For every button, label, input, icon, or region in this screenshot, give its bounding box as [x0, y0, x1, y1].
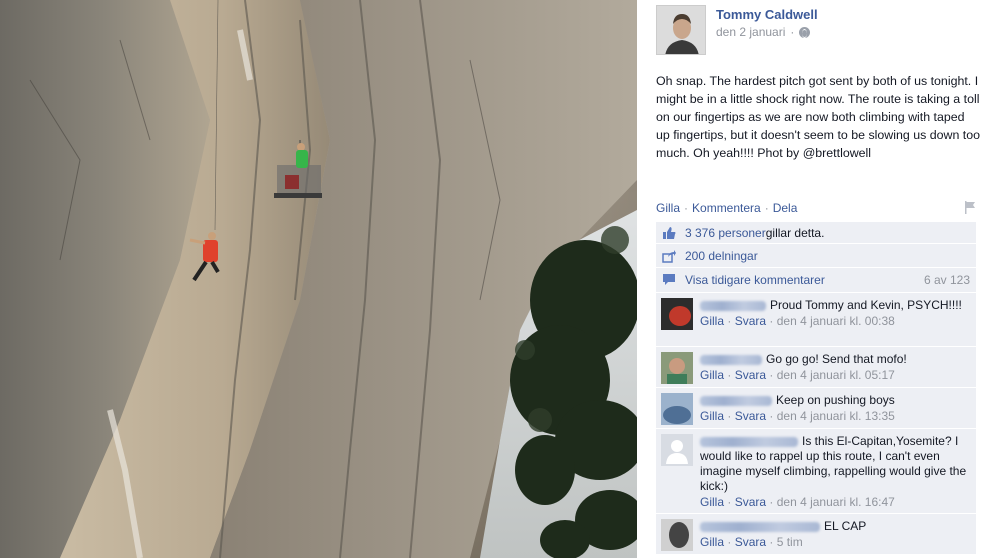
meta-separator: ·: [790, 25, 795, 39]
commenter-avatar[interactable]: [661, 393, 693, 425]
comment-time[interactable]: den 4 januari kl. 16:47: [777, 495, 895, 509]
share-link[interactable]: Dela: [773, 201, 798, 215]
commenter-name-blurred[interactable]: [700, 521, 820, 532]
post-date[interactable]: den 2 januari: [716, 25, 785, 39]
climbing-photo[interactable]: [0, 0, 637, 558]
commenter-name-blurred[interactable]: [700, 354, 762, 365]
action-separator: ·: [684, 201, 689, 215]
comment-item: Keep on pushing boys Gilla · Svara · den…: [656, 387, 976, 428]
comment-text: Go go go! Send that mofo!: [766, 352, 907, 366]
comment-text: EL CAP: [824, 519, 867, 533]
author-avatar[interactable]: [656, 5, 706, 55]
comment-time[interactable]: den 4 januari kl. 13:35: [777, 409, 895, 423]
comment-footer: Gilla · Svara · den 4 januari kl. 00:38: [700, 314, 895, 328]
comment-reply-link[interactable]: Svara: [735, 495, 766, 509]
comment-like-link[interactable]: Gilla: [700, 409, 724, 423]
comment-footer: Gilla · Svara · den 4 januari kl. 13:35: [700, 409, 895, 423]
comment-footer: Gilla · Svara · 5 tim: [700, 535, 803, 549]
globe-icon[interactable]: [799, 26, 811, 38]
comment-time[interactable]: 5 tim: [777, 535, 803, 549]
comment-item: Go go go! Send that mofo! Gilla · Svara …: [656, 346, 976, 387]
commenter-avatar[interactable]: [661, 298, 693, 330]
photo-illustration: [0, 0, 637, 558]
shares-row: 200 delningar: [656, 243, 976, 267]
commenter-avatar[interactable]: [661, 519, 693, 551]
comment-bubble-icon: [663, 274, 675, 285]
like-link[interactable]: Gilla: [656, 201, 680, 215]
commenter-name-blurred[interactable]: [700, 300, 766, 311]
share-icon: [662, 249, 676, 263]
author-name[interactable]: Tommy Caldwell: [716, 7, 818, 22]
thumbs-up-icon: [663, 226, 676, 239]
action-separator: ·: [764, 201, 769, 215]
comment-footer: Gilla · Svara · den 4 januari kl. 16:47: [700, 495, 895, 509]
commenter-name-blurred[interactable]: [700, 395, 772, 406]
post-header: Tommy Caldwell den 2 januari ·: [656, 5, 986, 57]
view-previous-row: Visa tidigare kommentarer 6 av 123: [656, 267, 976, 292]
comment-item: EL CAP Gilla · Svara · 5 tim: [656, 513, 976, 554]
comment-time[interactable]: den 4 januari kl. 00:38: [777, 314, 895, 328]
post-meta: den 2 januari ·: [716, 25, 811, 39]
comment-like-link[interactable]: Gilla: [700, 368, 724, 382]
flag-icon[interactable]: [964, 201, 976, 214]
comment-link[interactable]: Kommentera: [692, 201, 761, 215]
likes-row: 3 376 personer gillar detta.: [656, 221, 976, 243]
comment-reply-link[interactable]: Svara: [735, 535, 766, 549]
comment-item: Is this El-Capitan,Yosemite? I would lik…: [656, 428, 976, 513]
post-panel: Tommy Caldwell den 2 januari · Oh snap. …: [637, 0, 992, 558]
comment-like-link[interactable]: Gilla: [700, 495, 724, 509]
comment-count: 6 av 123: [923, 273, 970, 287]
comment-reply-link[interactable]: Svara: [735, 409, 766, 423]
shares-link[interactable]: 200 delningar: [685, 249, 758, 263]
comment-item: Proud Tommy and Kevin, PSYCH!!!! Gilla ·…: [656, 292, 976, 346]
comment-text: Keep on pushing boys: [776, 393, 895, 407]
comment-reply-link[interactable]: Svara: [735, 368, 766, 382]
commenter-avatar[interactable]: [661, 434, 693, 466]
likes-suffix: gillar detta.: [765, 225, 825, 240]
feedback-panel: 3 376 personer gillar detta. 200 delning…: [656, 221, 976, 554]
post-actions: Gilla · Kommentera · Dela: [656, 199, 986, 217]
comment-like-link[interactable]: Gilla: [700, 535, 724, 549]
view-previous-comments-link[interactable]: Visa tidigare kommentarer: [685, 273, 825, 287]
post-text: Oh snap. The hardest pitch got sent by b…: [656, 74, 981, 160]
comment-like-link[interactable]: Gilla: [700, 314, 724, 328]
likes-count-link[interactable]: 3 376 personer: [685, 226, 766, 240]
comment-reply-link[interactable]: Svara: [735, 314, 766, 328]
commenter-avatar[interactable]: [661, 352, 693, 384]
commenter-name-blurred[interactable]: [700, 436, 798, 447]
comment-footer: Gilla · Svara · den 4 januari kl. 05:17: [700, 368, 895, 382]
comment-time[interactable]: den 4 januari kl. 05:17: [777, 368, 895, 382]
comment-text: Proud Tommy and Kevin, PSYCH!!!!: [770, 298, 962, 312]
